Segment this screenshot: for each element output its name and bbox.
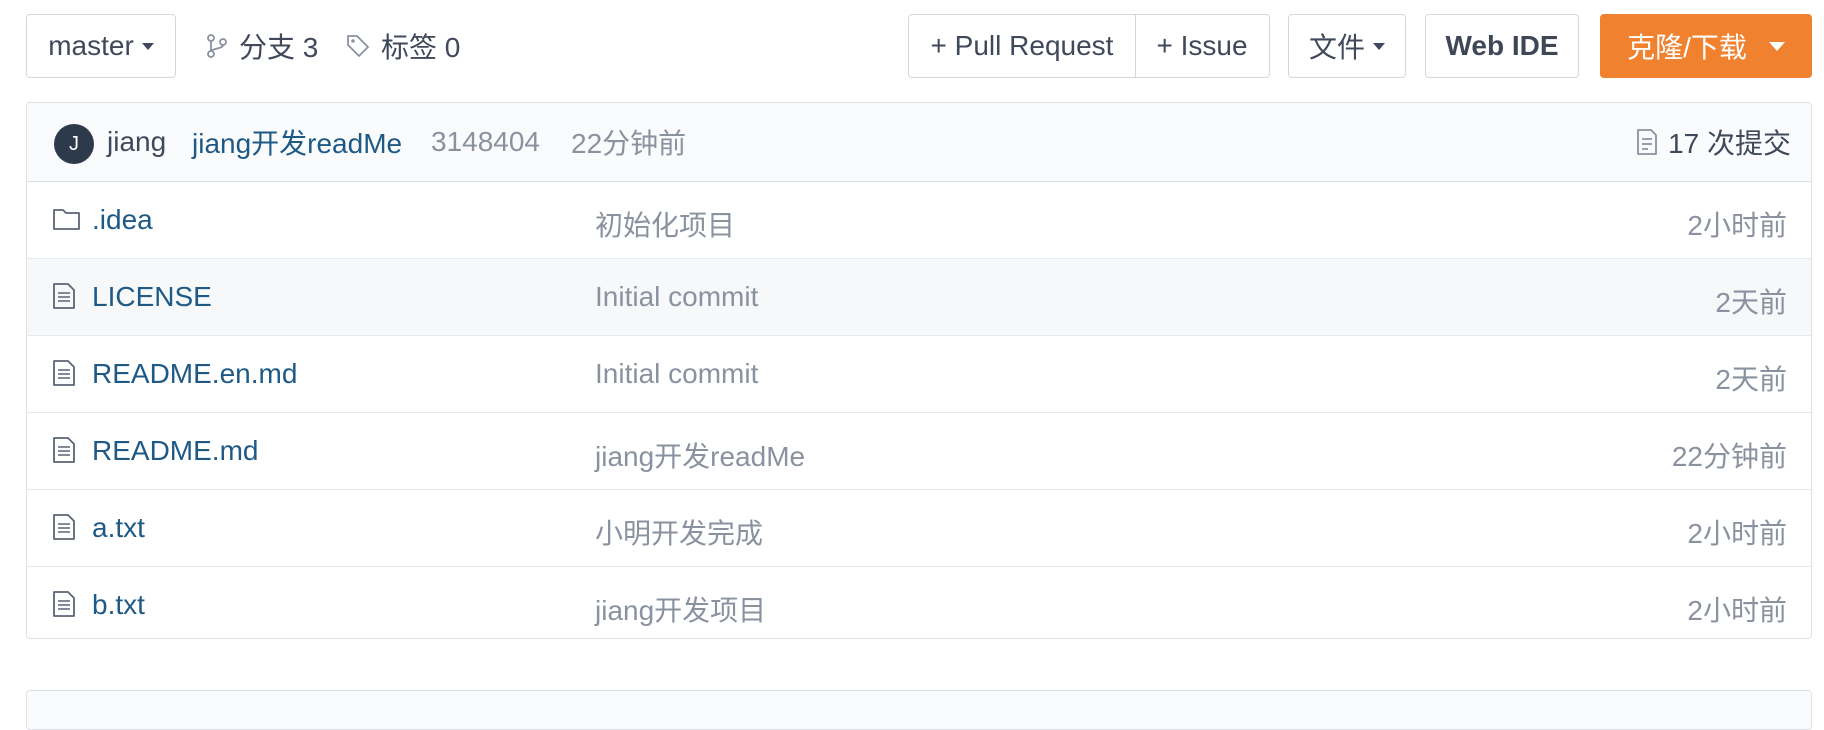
file-name-link[interactable]: README.md — [92, 435, 258, 467]
branches-link[interactable]: 分支 3 — [205, 22, 318, 70]
readme-panel — [26, 690, 1812, 730]
file-commit-time: 2小时前 — [1687, 595, 1787, 626]
commit-count-link[interactable]: 17 次提交 — [1636, 122, 1791, 162]
file-icon — [52, 436, 76, 471]
file-commit-message[interactable]: 小明开发完成 — [595, 512, 763, 552]
commit-message-link[interactable]: jiang开发readMe — [192, 122, 402, 162]
branches-label: 分支 3 — [239, 32, 319, 63]
pr-issue-group: + Pull Request + Issue — [908, 14, 1270, 78]
file-commit-message[interactable]: Initial commit — [595, 358, 758, 390]
file-name-link[interactable]: LICENSE — [92, 281, 212, 313]
file-menu-label: 文件 — [1308, 32, 1365, 63]
file-row[interactable]: .idea 初始化项目 2小时前 — [27, 182, 1811, 259]
tags-label: 标签 0 — [381, 32, 461, 63]
branch-select[interactable]: master — [26, 14, 176, 78]
file-icon — [52, 282, 76, 317]
branch-icon — [207, 34, 227, 58]
commit-time: 22分钟前 — [571, 128, 687, 159]
branch-select-label: master — [48, 30, 134, 61]
file-row[interactable]: README.en.md Initial commit 2天前 — [27, 336, 1811, 413]
latest-commit-bar: J jiang jiang开发readMe 3148404 22分钟前 17 次… — [27, 103, 1811, 182]
tag-icon — [347, 35, 369, 57]
file-icon — [52, 359, 76, 394]
file-row[interactable]: a.txt 小明开发完成 2小时前 — [27, 490, 1811, 567]
caret-down-icon — [1373, 42, 1385, 50]
file-row[interactable]: README.md jiang开发readMe 22分钟前 — [27, 413, 1811, 490]
file-commit-message[interactable]: Initial commit — [595, 281, 758, 313]
caret-down-icon — [1768, 41, 1785, 51]
file-commit-time: 2天前 — [1715, 287, 1787, 318]
file-row[interactable]: LICENSE Initial commit 2天前 — [27, 259, 1811, 336]
file-commit-message[interactable]: jiang开发项目 — [595, 589, 766, 629]
file-name-link[interactable]: .idea — [92, 204, 153, 236]
tags-link[interactable]: 标签 0 — [345, 22, 460, 70]
file-list: .idea 初始化项目 2小时前 LICENSE Initial commit … — [27, 182, 1811, 638]
file-commit-time: 2小时前 — [1687, 210, 1787, 241]
file-icon — [52, 513, 76, 548]
file-commit-message[interactable]: jiang开发readMe — [595, 435, 805, 475]
file-row[interactable]: b.txt jiang开发项目 2小时前 — [27, 567, 1811, 638]
commit-sha[interactable]: 3148404 — [431, 126, 540, 158]
file-commit-time: 2小时前 — [1687, 518, 1787, 549]
file-name-link[interactable]: README.en.md — [92, 358, 297, 390]
file-menu-button[interactable]: 文件 — [1288, 14, 1406, 78]
folder-icon — [52, 205, 82, 240]
file-name-link[interactable]: b.txt — [92, 589, 145, 621]
caret-down-icon — [141, 42, 154, 50]
repo-toolbar: master 分支 3 标签 0 + Pull Request + Issue … — [0, 0, 1824, 90]
file-commit-message[interactable]: 初始化项目 — [595, 204, 735, 244]
commit-author[interactable]: jiang — [107, 126, 166, 158]
clone-download-button[interactable]: 克隆/下载 — [1600, 14, 1812, 78]
avatar[interactable]: J — [54, 124, 94, 164]
repo-file-browser: J jiang jiang开发readMe 3148404 22分钟前 17 次… — [26, 102, 1812, 639]
file-name-link[interactable]: a.txt — [92, 512, 145, 544]
commit-list-icon — [1637, 129, 1657, 155]
web-ide-label: Web IDE — [1445, 30, 1559, 61]
commit-count-label: 17 次提交 — [1668, 128, 1791, 159]
file-commit-time: 2天前 — [1715, 364, 1787, 395]
web-ide-button[interactable]: Web IDE — [1425, 14, 1579, 78]
file-icon — [52, 590, 76, 625]
file-commit-time: 22分钟前 — [1671, 441, 1787, 472]
new-issue-button[interactable]: + Issue — [1136, 15, 1268, 77]
new-pull-request-button[interactable]: + Pull Request — [909, 15, 1136, 77]
clone-download-label: 克隆/下载 — [1627, 32, 1747, 63]
